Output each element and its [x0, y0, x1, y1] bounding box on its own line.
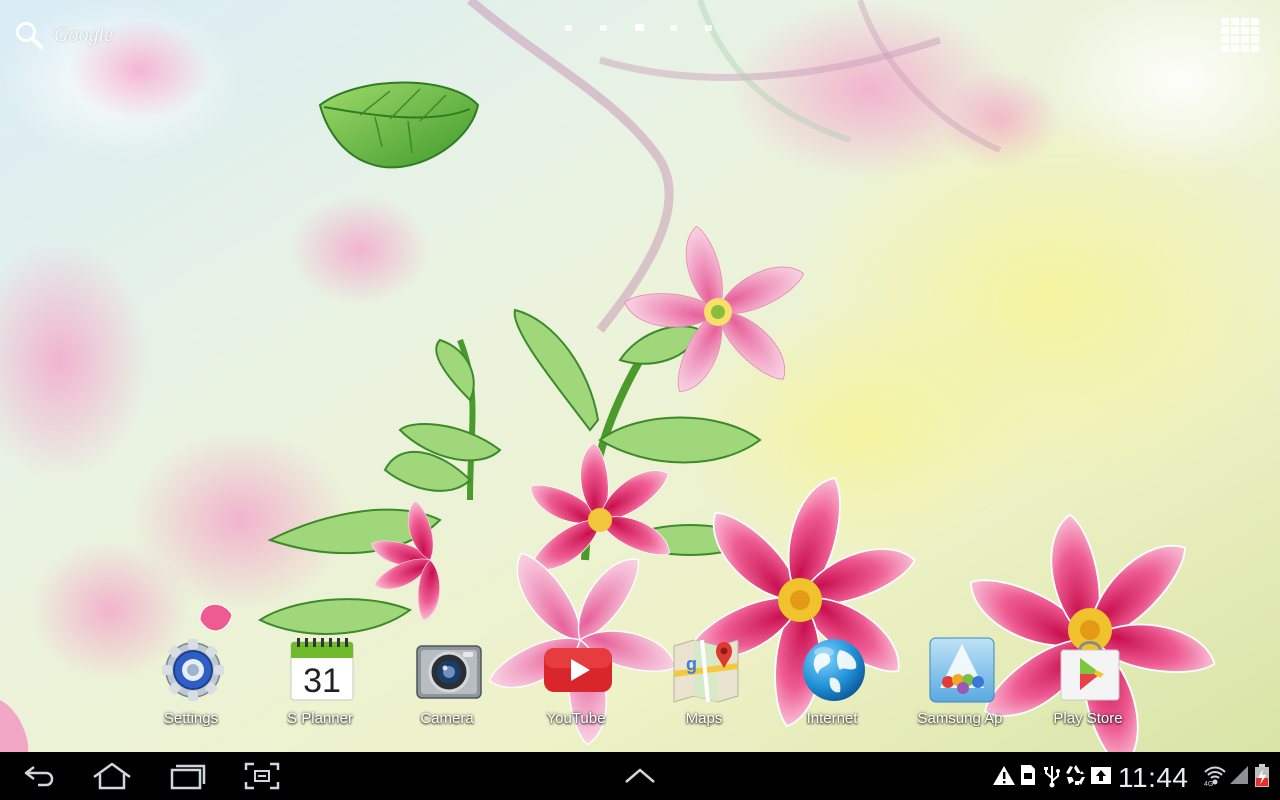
status-clock: 11:44: [1118, 762, 1189, 793]
app-play-store[interactable]: Play Store: [1038, 634, 1138, 734]
globe-icon: [803, 639, 865, 701]
back-button[interactable]: [14, 758, 66, 794]
battery-icon: [1255, 764, 1269, 787]
apps-button[interactable]: [1219, 16, 1261, 56]
back-icon: [24, 766, 54, 787]
calendar-day-number: 31: [303, 662, 341, 700]
apps-grid-icon: [1221, 18, 1259, 52]
wifi-icon: 4G: [1204, 766, 1226, 786]
search-icon: [16, 22, 43, 49]
app-label: Samsung Ap: [917, 710, 1003, 727]
app-s-planner[interactable]: 31 S Planner: [270, 634, 370, 734]
play-store-bag-icon: [1060, 641, 1120, 701]
app-label: YouTube: [546, 710, 606, 727]
calendar-icon: 31: [290, 638, 354, 701]
page-dot: [670, 25, 677, 31]
home-icon: [93, 762, 131, 790]
app-label: Play Store: [1053, 710, 1123, 727]
app-label: Camera: [420, 710, 474, 727]
google-search-label: Google: [54, 23, 113, 46]
app-settings[interactable]: Settings: [141, 634, 241, 734]
app-label: Internet: [806, 710, 858, 727]
recent-apps-button[interactable]: [162, 758, 214, 794]
recycle-icon: [1066, 765, 1085, 785]
app-youtube[interactable]: YouTube: [526, 634, 626, 734]
sd-card-icon: [1021, 765, 1035, 785]
app-label: Settings: [163, 710, 219, 727]
page-dot: [600, 25, 607, 31]
app-internet[interactable]: Internet: [782, 634, 882, 734]
system-navigation-bar: 11:44 4G: [0, 752, 1280, 800]
up-arrow-button[interactable]: [614, 758, 666, 794]
home-button[interactable]: [86, 758, 138, 794]
app-maps[interactable]: g Maps: [654, 634, 754, 734]
page-indicator: [560, 23, 720, 33]
screenshot-button[interactable]: [236, 758, 288, 794]
maps-icon: g: [673, 639, 739, 703]
page-dot-active: [635, 24, 644, 31]
page-dot: [565, 25, 572, 31]
samsung-apps-icon: [929, 637, 995, 703]
camera-icon: [416, 645, 482, 699]
signal-icon: [1230, 766, 1248, 784]
youtube-play-icon: [544, 648, 612, 692]
app-samsung-apps[interactable]: Samsung Ap: [910, 634, 1010, 734]
recent-apps-icon: [170, 764, 206, 790]
google-search-widget[interactable]: Google: [14, 18, 164, 52]
app-label: S Planner: [287, 710, 353, 727]
settings-gear-icon: [162, 639, 224, 701]
svg-text:4G: 4G: [1204, 781, 1213, 786]
app-label: Maps: [685, 710, 723, 727]
warning-icon: [993, 766, 1015, 785]
up-arrow-icon: [625, 768, 655, 783]
app-camera[interactable]: Camera: [397, 634, 497, 734]
screenshot-icon: [244, 762, 280, 790]
svg-text:g: g: [686, 654, 697, 674]
home-screen: Google Settings 31 S Planner Camera YouT…: [0, 0, 1280, 800]
page-dot: [705, 25, 712, 31]
upload-icon: [1091, 767, 1111, 784]
usb-icon: [1044, 766, 1060, 788]
